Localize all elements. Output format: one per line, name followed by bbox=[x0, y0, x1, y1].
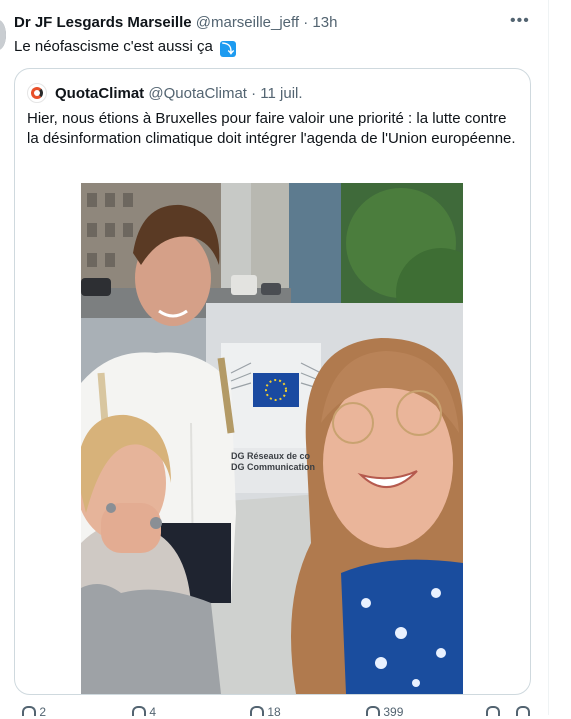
retweet-button[interactable]: 4 bbox=[132, 706, 156, 718]
quoted-tweet-text: Hier, nous étions à Bruxelles pour faire… bbox=[27, 110, 516, 147]
quoted-tweet-photo[interactable]: DG Réseaux de co DG Communication bbox=[81, 183, 463, 694]
quoted-tweet-card[interactable]: QuotaClimat @QuotaClimat · 11 juil. Hier… bbox=[14, 68, 531, 695]
quotaclimat-avatar[interactable] bbox=[27, 83, 47, 103]
photo-sign-line2: DG Communication bbox=[231, 462, 316, 472]
more-horizontal-icon[interactable]: ••• bbox=[510, 12, 530, 30]
photo-sign-text: DG Réseaux de co DG Communication bbox=[231, 451, 315, 473]
views-count: 399 bbox=[383, 705, 404, 719]
like-button[interactable]: 18 bbox=[250, 706, 281, 718]
quoted-author-handle[interactable]: @QuotaClimat bbox=[148, 85, 247, 102]
arrow-down-emoji-icon: ⤵ bbox=[219, 41, 236, 57]
author-name[interactable]: Dr JF Lesgards Marseille bbox=[14, 14, 192, 31]
quoted-author-name[interactable]: QuotaClimat bbox=[55, 85, 144, 102]
quoted-header-separator: · bbox=[251, 85, 257, 102]
tweet-time[interactable]: 13h bbox=[312, 14, 337, 31]
tweet-header: Dr JF Lesgards Marseille @marseille_jeff… bbox=[14, 14, 337, 32]
tweet-action-bar: 2 4 18 399 bbox=[0, 706, 571, 718]
views-button[interactable]: 399 bbox=[366, 706, 403, 718]
tweet-text-content: Le néofascisme c'est aussi ça bbox=[14, 38, 213, 55]
like-count: 18 bbox=[267, 705, 281, 719]
reply-button[interactable]: 2 bbox=[22, 706, 46, 718]
timeline-column-border bbox=[548, 0, 549, 715]
retweet-count: 4 bbox=[149, 705, 157, 719]
reply-count: 2 bbox=[39, 705, 47, 719]
author-handle[interactable]: @marseille_jeff bbox=[196, 14, 299, 31]
photo-sign-line1: DG Réseaux de co bbox=[231, 451, 311, 461]
author-avatar[interactable] bbox=[0, 20, 6, 50]
tweet-text: Le néofascisme c'est aussi ça ⤵ bbox=[14, 38, 236, 57]
share-button[interactable] bbox=[516, 706, 530, 718]
header-separator: · bbox=[303, 14, 309, 31]
bookmark-button[interactable] bbox=[486, 706, 500, 718]
quoted-tweet-header: QuotaClimat @QuotaClimat · 11 juil. bbox=[55, 85, 303, 103]
quoted-tweet-date[interactable]: 11 juil. bbox=[260, 85, 302, 102]
